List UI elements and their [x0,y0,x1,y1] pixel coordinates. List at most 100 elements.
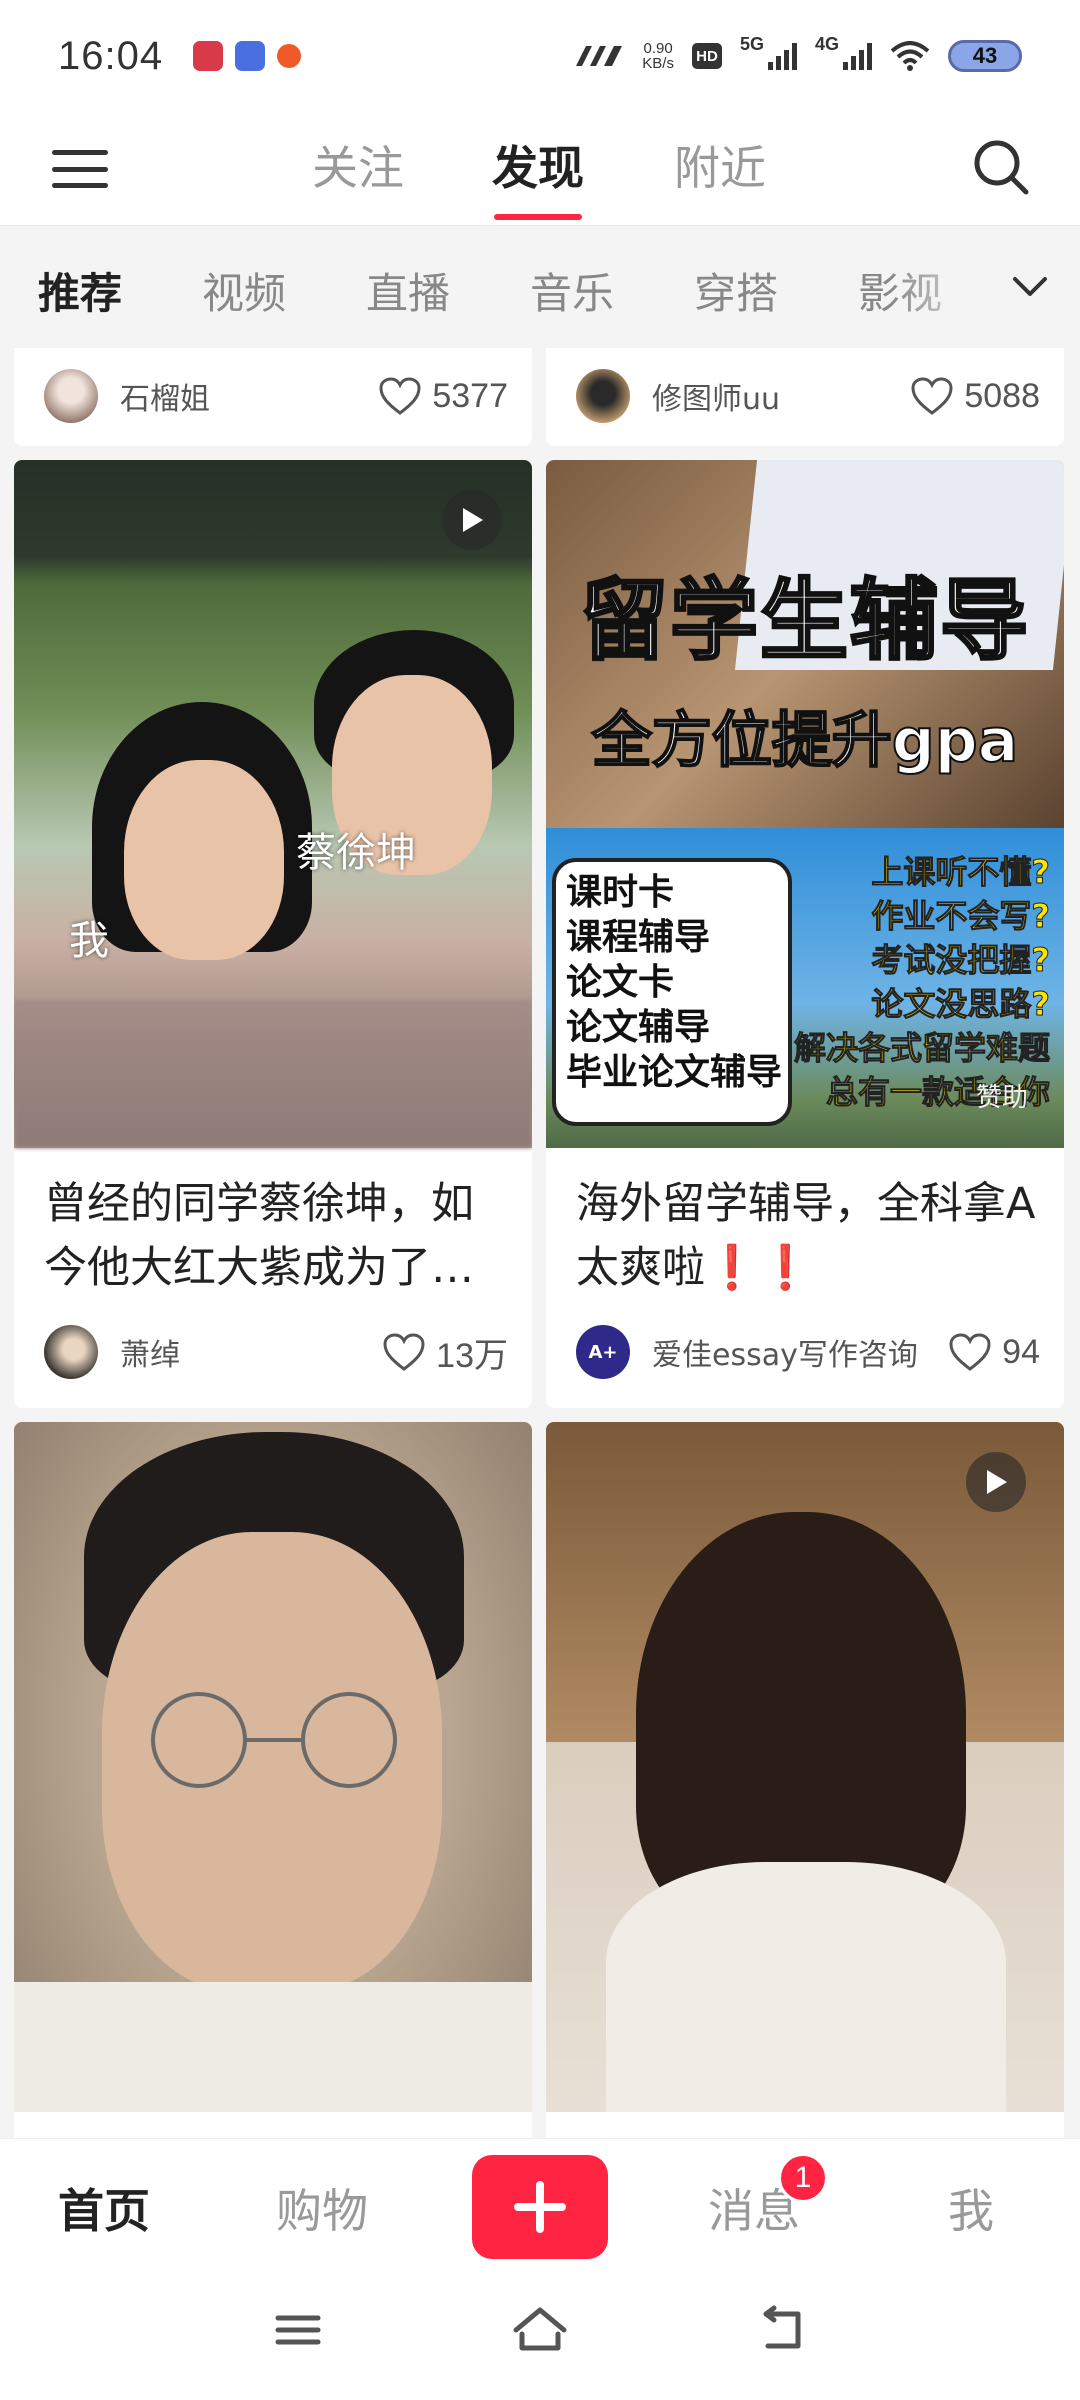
photo-face [124,760,284,960]
feed-card[interactable] [546,1422,1064,2138]
feed-card-ad[interactable]: 留学生辅导 全方位提升gpa 课时卡 课程辅导 论文卡 论文辅导 毕业论文辅导 … [546,460,1064,1408]
feed-card[interactable]: 蔡徐坤 我 曾经的同学蔡徐坤，如今他大红大紫成为了… 萧绰 13万 [14,460,532,1408]
ad-question: 解决各式留学难题 [793,1029,1050,1068]
avatar[interactable]: A+ [576,1325,630,1379]
app-screen: 16:04 0.90 KB/s HD 5G 4G 43 关注 发现 附近 推荐 … [0,0,1080,2400]
tab-following[interactable]: 关注 [312,132,404,198]
video-play-icon [442,490,502,550]
photo-blur-band [14,1000,532,1148]
author-name[interactable]: 修图师uu [652,374,780,418]
ad-headline: 留学生辅导 [578,568,1030,674]
tab-home[interactable]: 首页 [58,2175,150,2241]
heart-icon [949,1333,991,1371]
battery-icon: 43 [948,40,1022,72]
card-cover-image[interactable]: 留学生辅导 全方位提升gpa 课时卡 课程辅导 论文卡 论文辅导 毕业论文辅导 … [546,460,1064,1148]
like-button[interactable]: 13万 [382,1328,508,1377]
channel-expand-button[interactable] [980,226,1080,348]
feed: 石榴姐 5377 修图师uu 5088 蔡徐坤 我 曾经的同学蔡徐坤，如今他大红… [0,348,1080,2138]
card-meta: 萧绰 13万 [44,1322,508,1382]
ad-list-item: 毕业论文辅导 [566,1052,783,1093]
status-bar: 16:04 0.90 KB/s HD 5G 4G 43 [0,0,1080,112]
ad-question: 论文没思路? [871,985,1051,1024]
photo-overlay-label: 我 [69,918,109,964]
card-title[interactable]: 海外留学辅导，全科拿A太爽啦❗❗ [576,1172,1036,1300]
card-cover-image[interactable]: 蔡徐坤 我 [14,460,532,1148]
card-cover-image[interactable] [546,1422,1064,2112]
card-title[interactable]: 曾经的同学蔡徐坤，如今他大红大紫成为了… [44,1172,504,1300]
wifi-icon [890,41,930,71]
ad-list-item: 课时卡 [566,872,675,913]
feed-card[interactable] [14,1422,532,2138]
card-meta: 石榴姐 5377 [44,366,508,426]
ad-banner-top: 留学生辅导 全方位提升gpa [546,460,1064,828]
feed-card[interactable]: 修图师uu 5088 [546,348,1064,446]
home-icon[interactable] [510,2300,570,2360]
photo-glasses [151,1692,397,1788]
channel-live[interactable]: 直播 [366,260,450,321]
tab-nearby[interactable]: 附近 [674,132,766,198]
channel-recommend[interactable]: 推荐 [38,260,122,321]
chevron-down-icon [1013,277,1047,296]
recent-apps-icon[interactable] [268,2300,328,2360]
net-speed: 0.90 KB/s [642,41,674,71]
message-badge: 1 [778,2153,828,2203]
system-nav-bar [0,2274,1080,2400]
status-time: 16:04 [58,33,164,78]
like-count: 5088 [964,376,1040,415]
ad-list-item: 课程辅导 [566,917,711,958]
notification-app-icons [193,41,302,71]
like-button[interactable]: 94 [948,1332,1040,1372]
author-name[interactable]: 萧绰 [120,1330,180,1374]
hd-voice-icon: HD [691,43,722,69]
signal-4g-label: 4G [814,33,839,54]
author-name[interactable]: 石榴姐 [120,374,210,418]
top-nav: 关注 发现 附近 [0,112,1080,226]
channel-bar: 推荐 视频 直播 音乐 穿搭 影视 [0,226,1080,348]
ad-list-item: 论文卡 [566,962,675,1003]
channel-video[interactable]: 视频 [202,260,286,321]
ad-question: 考试没把握? [871,941,1051,980]
app-notification-icon [193,41,224,71]
net-speed-unit: KB/s [642,55,674,72]
menu-icon[interactable] [52,144,108,194]
tab-me[interactable]: 我 [948,2175,994,2241]
feed-card[interactable]: 石榴姐 5377 [14,348,532,446]
ad-list-item: 论文辅导 [566,1007,711,1048]
create-post-button[interactable] [472,2155,608,2259]
like-button[interactable]: 5377 [378,376,508,416]
photo-shirt [14,1982,532,2112]
channel-music[interactable]: 音乐 [530,260,614,321]
bottom-tab-bar: 首页 购物 消息 1 我 [0,2138,1080,2274]
avatar[interactable] [44,1325,98,1379]
net-speed-value: 0.90 [643,40,673,57]
app-notification-icon [235,41,266,71]
photo-sweater [606,1862,1006,2112]
card-meta: A+ 爱佳essay写作咨询 94 [576,1322,1040,1382]
avatar[interactable] [44,369,98,423]
channel-fashion[interactable]: 穿搭 [694,260,778,321]
photo-overlay-label: 蔡徐坤 [296,830,416,876]
card-cover-image[interactable] [14,1422,532,2112]
like-button[interactable]: 5088 [910,376,1040,416]
ad-question: 上课听不懂? [871,853,1051,892]
tab-shopping[interactable]: 购物 [276,2175,368,2241]
like-count: 13万 [436,1336,508,1375]
heart-icon [911,377,953,415]
signal-bars-icon [843,42,872,70]
author-name[interactable]: 爱佳essay写作咨询 [652,1330,918,1374]
nfc-icon [576,46,623,66]
tab-discover[interactable]: 发现 [492,132,584,220]
heart-icon [379,377,421,415]
plus-icon [514,2181,566,2233]
heart-icon [383,1333,425,1371]
sponsored-label: 赞助 [975,1083,1028,1113]
back-icon[interactable] [752,2300,812,2360]
ad-subline: 全方位提升gpa [591,705,1019,777]
search-icon[interactable] [970,136,1032,198]
signal-bars-icon [767,42,797,70]
ad-question-list: 上课听不懂? 作业不会写? 考试没把握? 论文没思路? 解决各式留学难题 总有一… [750,850,1050,1114]
avatar[interactable] [576,369,630,423]
card-meta: 修图师uu 5088 [576,366,1040,426]
signal-5g-label: 5G [739,33,764,54]
like-count: 94 [1002,1332,1040,1371]
